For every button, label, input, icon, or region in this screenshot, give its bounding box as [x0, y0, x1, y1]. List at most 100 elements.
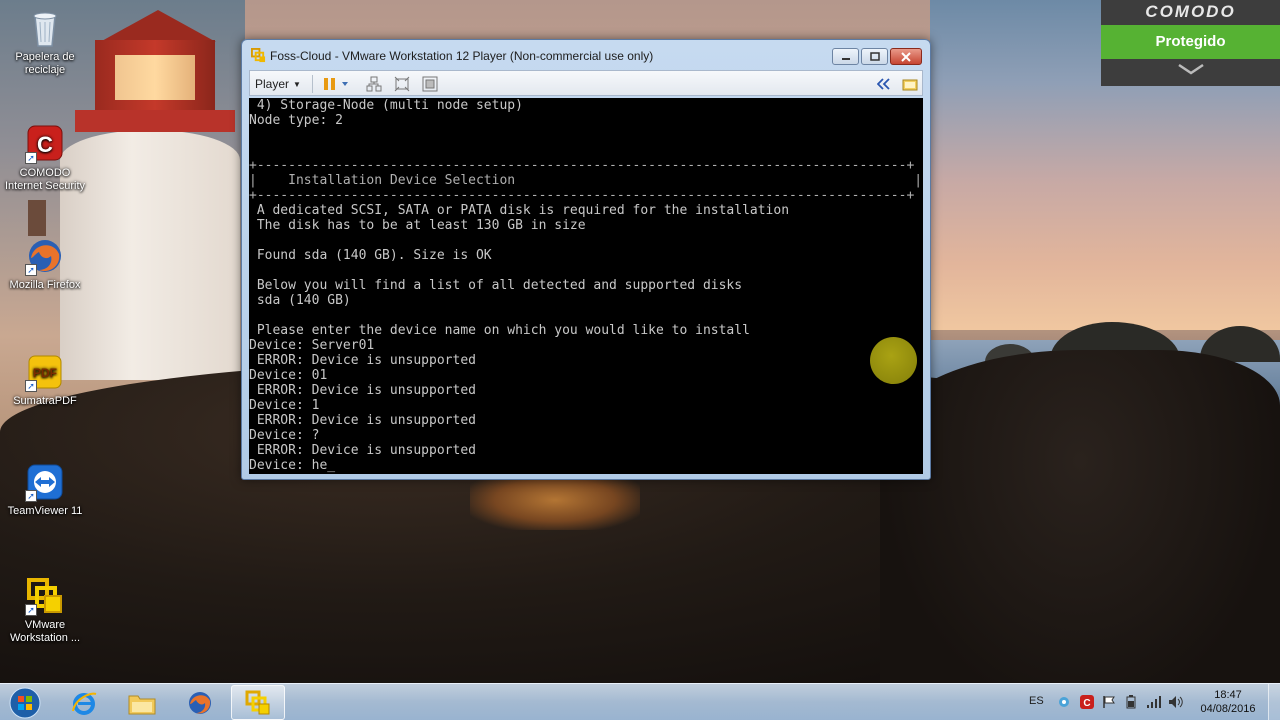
recycle-bin-icon: [25, 8, 65, 48]
vmware-player-window[interactable]: Foss-Cloud - VMware Workstation 12 Playe…: [241, 39, 931, 480]
console-line: Device: ?: [249, 428, 320, 443]
wifi-signal-icon[interactable]: [1146, 695, 1162, 709]
vmware-icon: [245, 690, 270, 714]
comodo-tray-icon[interactable]: C: [1080, 695, 1094, 709]
console-line: +---------------------------------------…: [249, 188, 915, 203]
taskbar-clock[interactable]: 18:47 04/08/2016: [1192, 688, 1264, 716]
language-indicator[interactable]: ES: [1029, 695, 1044, 709]
maximize-icon: [862, 49, 887, 64]
firefox-icon: [189, 691, 211, 714]
console-line: Device: 01: [249, 368, 328, 383]
chevron-down-icon: ▼: [293, 79, 301, 89]
window-titlebar[interactable]: Foss-Cloud - VMware Workstation 12 Playe…: [242, 40, 930, 70]
close-button[interactable]: [890, 48, 922, 65]
unity-button[interactable]: [420, 74, 440, 94]
console-line: ERROR: Device is unsupported: [249, 413, 476, 428]
clock-date: 04/08/2016: [1200, 703, 1256, 715]
action-center-flag-icon[interactable]: [1102, 695, 1116, 709]
console-line: Device: 1: [249, 398, 320, 413]
wallpaper-lighthouse-gallery: [75, 110, 235, 132]
console-line: Please enter the device name on which yo…: [249, 323, 750, 338]
maximize-button[interactable]: [861, 48, 888, 65]
taskbar-item-firefox[interactable]: [173, 685, 227, 720]
svg-text:PDF: PDF: [33, 366, 57, 380]
pause-icon: [324, 78, 348, 90]
double-chevron-left-icon: [877, 78, 890, 90]
comodo-brand: COMODO: [1145, 2, 1236, 21]
console-line: ERROR: Device is unsupported: [249, 383, 476, 398]
wallpaper-lighthouse-window: [115, 55, 195, 100]
toolbar-divider: [312, 75, 313, 93]
player-menu-button[interactable]: Player ▼: [255, 75, 301, 93]
shortcut-arrow-icon: ➚: [25, 264, 37, 276]
desktop-icon-sumatrapdf[interactable]: PDF ➚ SumatraPDF: [0, 352, 90, 408]
vmware-app-icon: [251, 48, 266, 63]
desktop-icon-recycle-bin[interactable]: Papelera de reciclaje: [0, 8, 90, 77]
volume-icon[interactable]: [1168, 695, 1184, 709]
network-icon: [366, 76, 382, 92]
comodo-widget[interactable]: COMODO Protegido: [1101, 0, 1280, 86]
desktop-icon-label: Mozilla Firefox: [9, 279, 81, 291]
battery-icon[interactable]: [1126, 695, 1136, 709]
taskbar-item-internet-explorer[interactable]: [57, 685, 111, 720]
minimize-icon: [833, 49, 858, 64]
comodo-icon: C ➚: [25, 124, 65, 164]
player-menu-label: Player: [255, 77, 290, 91]
show-desktop-button[interactable]: [1268, 684, 1280, 720]
shortcut-arrow-icon: ➚: [25, 380, 37, 392]
folder-icon: [902, 79, 918, 91]
console-line: The disk has to be at least 130 GB in si…: [249, 218, 586, 233]
system-tray: ES C: [1020, 684, 1220, 720]
console-line: ERROR: Device is unsupported: [249, 353, 476, 368]
desktop-icon-teamviewer[interactable]: ➚ TeamViewer 11: [0, 462, 90, 518]
vm-console-screen[interactable]: 4) Storage-Node (multi node setup) Node t…: [249, 98, 923, 474]
vm-toolbar: Player ▼: [249, 70, 923, 96]
svg-text:C: C: [37, 132, 53, 157]
clock-time: 18:47: [1214, 689, 1242, 701]
shortcut-arrow-icon: ➚: [25, 490, 37, 502]
wallpaper-lighthouse-door: [28, 200, 46, 236]
bluetooth-icon[interactable]: [1058, 696, 1070, 710]
start-button[interactable]: [6, 685, 44, 720]
console-line: 4) Storage-Node (multi node setup): [249, 98, 523, 113]
console-line: Device: Server01: [249, 338, 375, 353]
firefox-icon: ➚: [25, 236, 65, 276]
wallpaper-lighthouse-roof: [100, 10, 216, 42]
cursor-highlight: [870, 337, 917, 384]
desktop-icon-label: COMODO Internet Security: [4, 167, 86, 192]
desktop-icon-firefox[interactable]: ➚ Mozilla Firefox: [0, 236, 90, 292]
taskbar-item-vmware[interactable]: [231, 685, 285, 720]
fit-window-icon: [394, 76, 410, 92]
shortcut-arrow-icon: ➚: [25, 604, 37, 616]
taskbar-item-file-explorer[interactable]: [115, 685, 169, 720]
windows-logo-icon: [9, 687, 41, 718]
pause-button[interactable]: [322, 74, 352, 94]
console-line: Device: he_: [249, 458, 336, 473]
message-log-button[interactable]: [900, 74, 920, 94]
console-line: sda (140 GB): [249, 293, 351, 308]
pdf-icon: PDF ➚: [25, 352, 65, 392]
console-output: 4) Storage-Node (multi node setup) Node t…: [249, 98, 923, 474]
desktop-icon-label: SumatraPDF: [13, 395, 77, 407]
desktop-icon-vmware[interactable]: ➚ VMware Workstation ...: [0, 576, 90, 645]
minimize-button[interactable]: [832, 48, 859, 65]
console-line: A dedicated SCSI, SATA or PATA disk is r…: [249, 203, 790, 218]
collapse-toolbar-button[interactable]: [874, 74, 894, 94]
comodo-status-badge[interactable]: Protegido: [1101, 25, 1280, 59]
folder-icon: [128, 695, 156, 714]
console-line: Node type: 2: [249, 113, 343, 128]
desktop-icon-label: Papelera de reciclaje: [15, 51, 75, 76]
ie-icon: [72, 692, 97, 715]
taskbar: ES C 18:47 04/08/2016: [0, 683, 1280, 720]
fit-guest-button[interactable]: [392, 74, 412, 94]
console-line: +---------------------------------------…: [249, 158, 915, 173]
send-ctrl-alt-del-button[interactable]: [364, 74, 384, 94]
desktop-icon-comodo[interactable]: C ➚ COMODO Internet Security: [0, 124, 90, 193]
svg-text:C: C: [1083, 698, 1090, 709]
console-line: Found sda (140 GB). Size is OK: [249, 248, 492, 263]
chevron-down-icon[interactable]: [1177, 62, 1205, 80]
